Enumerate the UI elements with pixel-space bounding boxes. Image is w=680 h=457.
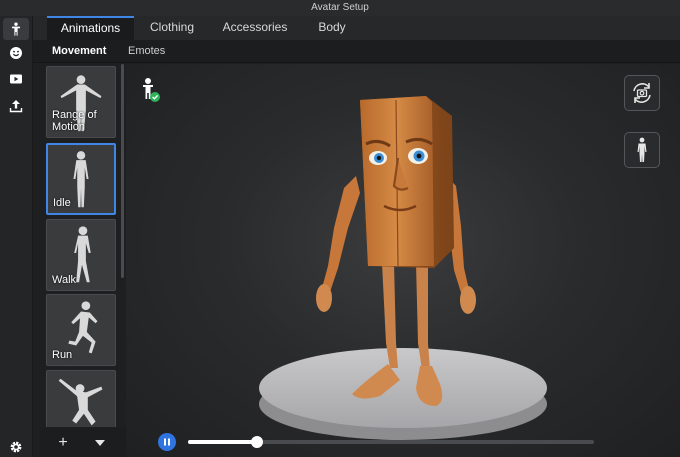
pause-button[interactable] [158, 433, 176, 451]
animation-card-label: Run [52, 349, 73, 361]
list-bottom-bar: + [40, 428, 126, 457]
rail-video-button[interactable] [3, 68, 29, 90]
triangle-down-icon [95, 440, 105, 446]
animation-card-run[interactable]: Run [46, 294, 116, 366]
settings-button[interactable] [3, 436, 29, 457]
tab-clothing[interactable]: Clothing [138, 16, 206, 40]
pause-icon [164, 438, 170, 446]
main-tab-bar: Animations Clothing Accessories Body [33, 16, 680, 40]
tab-body[interactable]: Body [307, 16, 357, 40]
timeline-scrubber[interactable] [251, 436, 264, 448]
tab-animations[interactable]: Animations [47, 16, 134, 40]
jumping-figure-icon [58, 378, 103, 426]
avatar-check-icon [143, 78, 160, 102]
full-body-icon [637, 137, 647, 162]
sub-tab-bar: Movement Emotes [33, 40, 680, 63]
person-icon [12, 22, 20, 36]
rail-emote-button[interactable] [3, 42, 29, 64]
menu-dropdown-button[interactable] [90, 433, 110, 453]
animation-list: Range of Motion Idle Walk Run [40, 63, 126, 427]
subtab-emotes[interactable]: Emotes [128, 40, 165, 63]
camera-rotate-icon [633, 83, 651, 103]
subtab-movement[interactable]: Movement [52, 40, 106, 63]
upload-icon [9, 100, 23, 113]
window-title: Avatar Setup [0, 0, 680, 16]
full-body-button[interactable] [624, 132, 660, 168]
animation-list-scrollbar[interactable] [121, 64, 124, 278]
camera-rotate-button[interactable] [624, 75, 660, 111]
animation-card-label: Idle [53, 197, 71, 209]
smiley-icon [10, 47, 22, 59]
animation-card-jump[interactable] [46, 370, 116, 427]
add-animation-button[interactable]: + [53, 433, 73, 453]
left-rail [0, 16, 33, 457]
timeline-progress [188, 440, 258, 444]
avatar-model [259, 96, 547, 440]
rail-upload-button[interactable] [3, 95, 29, 117]
tab-accessories[interactable]: Accessories [213, 16, 297, 40]
animation-card-range-of-motion[interactable]: Range of Motion [46, 66, 116, 138]
animation-card-idle[interactable]: Idle [46, 143, 116, 215]
playback-timeline[interactable] [188, 436, 594, 448]
avatar-viewport[interactable] [126, 64, 680, 457]
gear-icon [10, 441, 22, 453]
rail-person-button[interactable] [3, 18, 29, 40]
animation-card-label: Walk [52, 274, 77, 286]
animation-card-walk[interactable]: Walk [46, 219, 116, 291]
video-icon [10, 74, 22, 84]
animation-card-label: Range of Motion [52, 109, 97, 133]
